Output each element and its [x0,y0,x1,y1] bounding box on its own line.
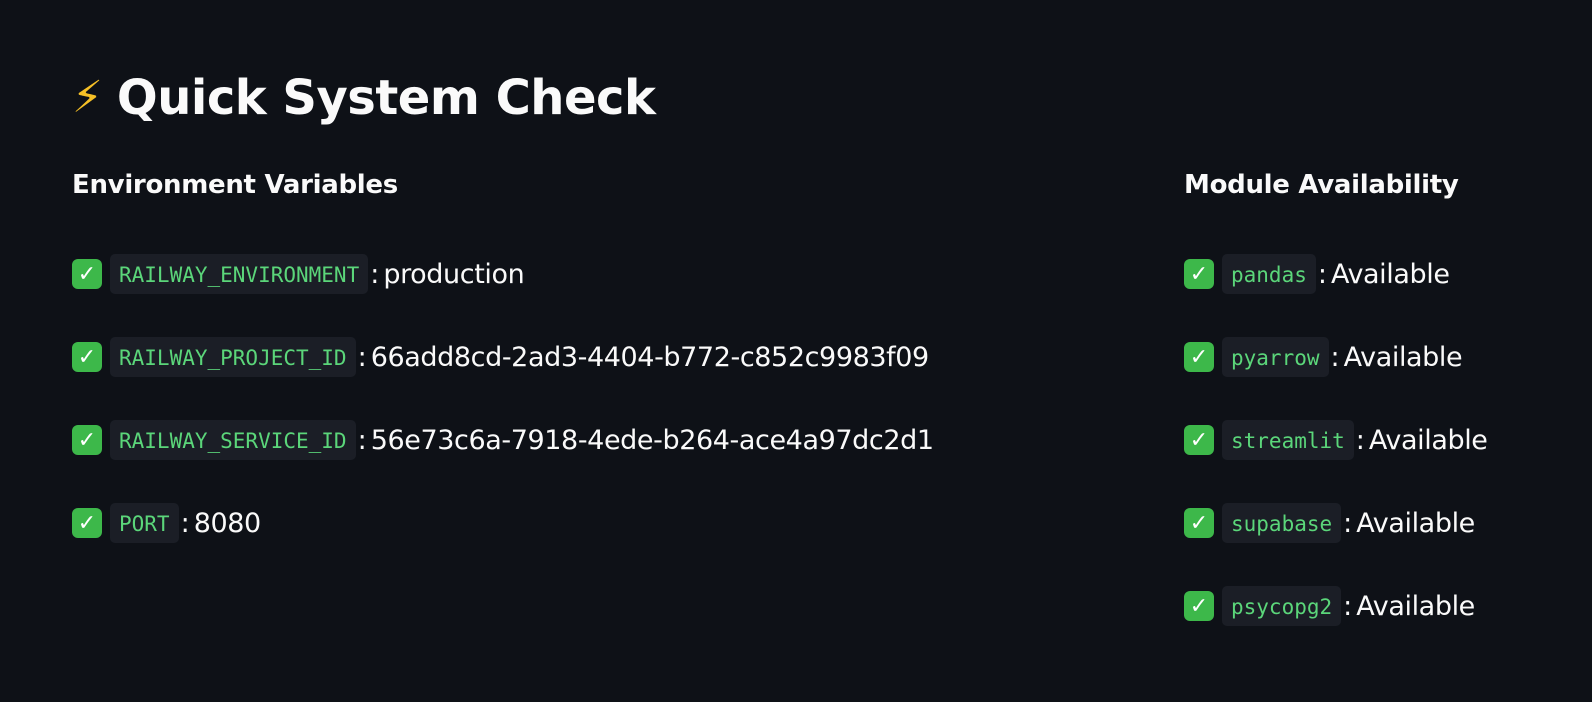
env-var-value: 56e73c6a-7918-4ede-b264-ace4a97dc2d1 [370,424,934,456]
separator: : [1343,590,1353,622]
separator: : [180,507,190,539]
check-mark-icon: ✓ [72,508,102,538]
env-var-value: production [383,258,525,290]
module-item: ✓ streamlit : Available [1184,419,1488,461]
env-var-item: ✓ RAILWAY_PROJECT_ID : 66add8cd-2ad3-440… [72,336,934,378]
separator: : [1355,424,1365,456]
separator: : [370,258,380,290]
module-status: Available [1368,424,1488,456]
module-item: ✓ psycopg2 : Available [1184,585,1488,627]
module-name: pyarrow [1222,337,1329,377]
separator: : [1330,341,1340,373]
module-name: pandas [1222,254,1316,294]
check-mark-icon: ✓ [1184,508,1214,538]
page-title-text: Quick System Check [116,70,656,126]
module-item: ✓ pandas : Available [1184,253,1488,295]
separator: : [357,341,367,373]
check-mark-icon: ✓ [1184,259,1214,289]
env-var-item: ✓ RAILWAY_SERVICE_ID : 56e73c6a-7918-4ed… [72,419,934,461]
separator: : [1343,507,1353,539]
check-mark-icon: ✓ [1184,342,1214,372]
env-var-value: 8080 [193,507,262,539]
env-var-name: RAILWAY_PROJECT_ID [110,337,356,377]
separator: : [1317,258,1327,290]
modules-list: ✓ pandas : Available ✓ pyarrow : Availab… [1184,253,1488,668]
check-mark-icon: ✓ [72,259,102,289]
modules-heading: Module Availability [1184,170,1459,200]
env-vars-list: ✓ RAILWAY_ENVIRONMENT : production ✓ RAI… [72,253,934,585]
module-status: Available [1356,507,1475,539]
env-var-value: 66add8cd-2ad3-4404-b772-c852c9983f09 [370,341,930,373]
module-name: streamlit [1222,420,1354,460]
module-status: Available [1356,590,1475,622]
env-var-item: ✓ RAILWAY_ENVIRONMENT : production [72,253,934,295]
check-mark-icon: ✓ [1184,591,1214,621]
check-mark-icon: ✓ [72,342,102,372]
check-mark-icon: ✓ [72,425,102,455]
env-var-name: RAILWAY_ENVIRONMENT [110,254,369,294]
module-status: Available [1330,258,1450,290]
env-vars-heading: Environment Variables [72,170,398,200]
module-name: supabase [1222,503,1342,543]
check-mark-icon: ✓ [1184,425,1214,455]
env-var-name: RAILWAY_SERVICE_ID [110,420,356,460]
module-item: ✓ supabase : Available [1184,502,1488,544]
module-status: Available [1343,341,1463,373]
separator: : [357,424,367,456]
page-title: ⚡ Quick System Check [72,62,656,134]
lightning-icon: ⚡ [72,72,103,123]
module-name: psycopg2 [1222,586,1342,626]
env-var-item: ✓ PORT : 8080 [72,502,934,544]
module-item: ✓ pyarrow : Available [1184,336,1488,378]
env-var-name: PORT [110,503,179,543]
